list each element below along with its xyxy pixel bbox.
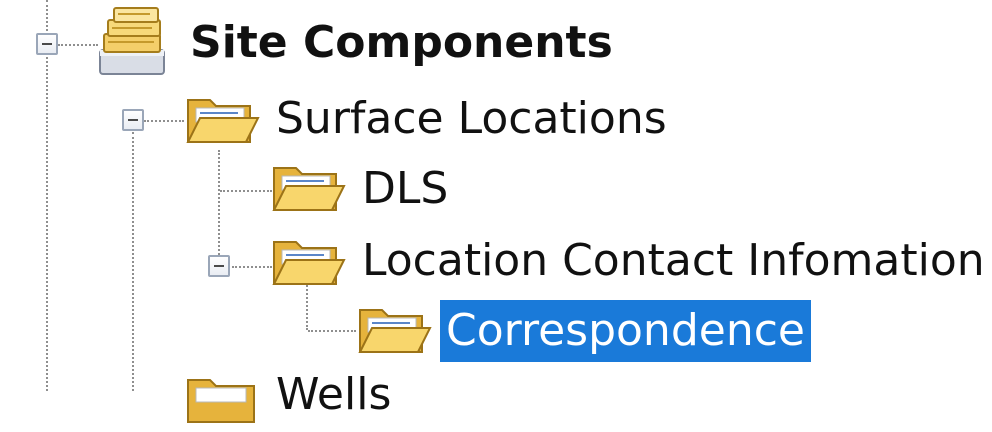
open-folder-icon [270, 162, 346, 220]
site-tree: Site Components Surface Locations DLS Lo… [0, 0, 992, 423]
tree-connector-dls [220, 190, 272, 192]
tree-node-wells[interactable]: Wells [270, 364, 397, 426]
tree-node-location-contact-information[interactable]: Location Contact Infomation [356, 230, 991, 292]
open-folder-icon [184, 94, 260, 152]
tree-connector-level2 [218, 150, 220, 266]
tree-node-surface-locations[interactable]: Surface Locations [270, 88, 673, 150]
database-stack-icon [94, 6, 174, 82]
location-contact-collapse-button[interactable] [208, 255, 230, 277]
tree-node-dls[interactable]: DLS [356, 158, 454, 220]
tree-node-correspondence[interactable]: Correspondence [440, 300, 811, 362]
tree-connector-surface-locations [144, 120, 184, 122]
tree-connector-location-contact [232, 266, 272, 268]
folder-icon [184, 374, 260, 432]
tree-connector-root [46, 0, 48, 391]
open-folder-icon [356, 304, 432, 362]
tree-connector-site-components [58, 44, 98, 46]
tree-node-site-components[interactable]: Site Components [184, 12, 619, 74]
tree-connector-correspondence [308, 330, 356, 332]
surface-locations-collapse-button[interactable] [122, 109, 144, 131]
site-components-collapse-button[interactable] [36, 33, 58, 55]
open-folder-icon [270, 236, 346, 294]
tree-connector-level1 [132, 132, 134, 391]
